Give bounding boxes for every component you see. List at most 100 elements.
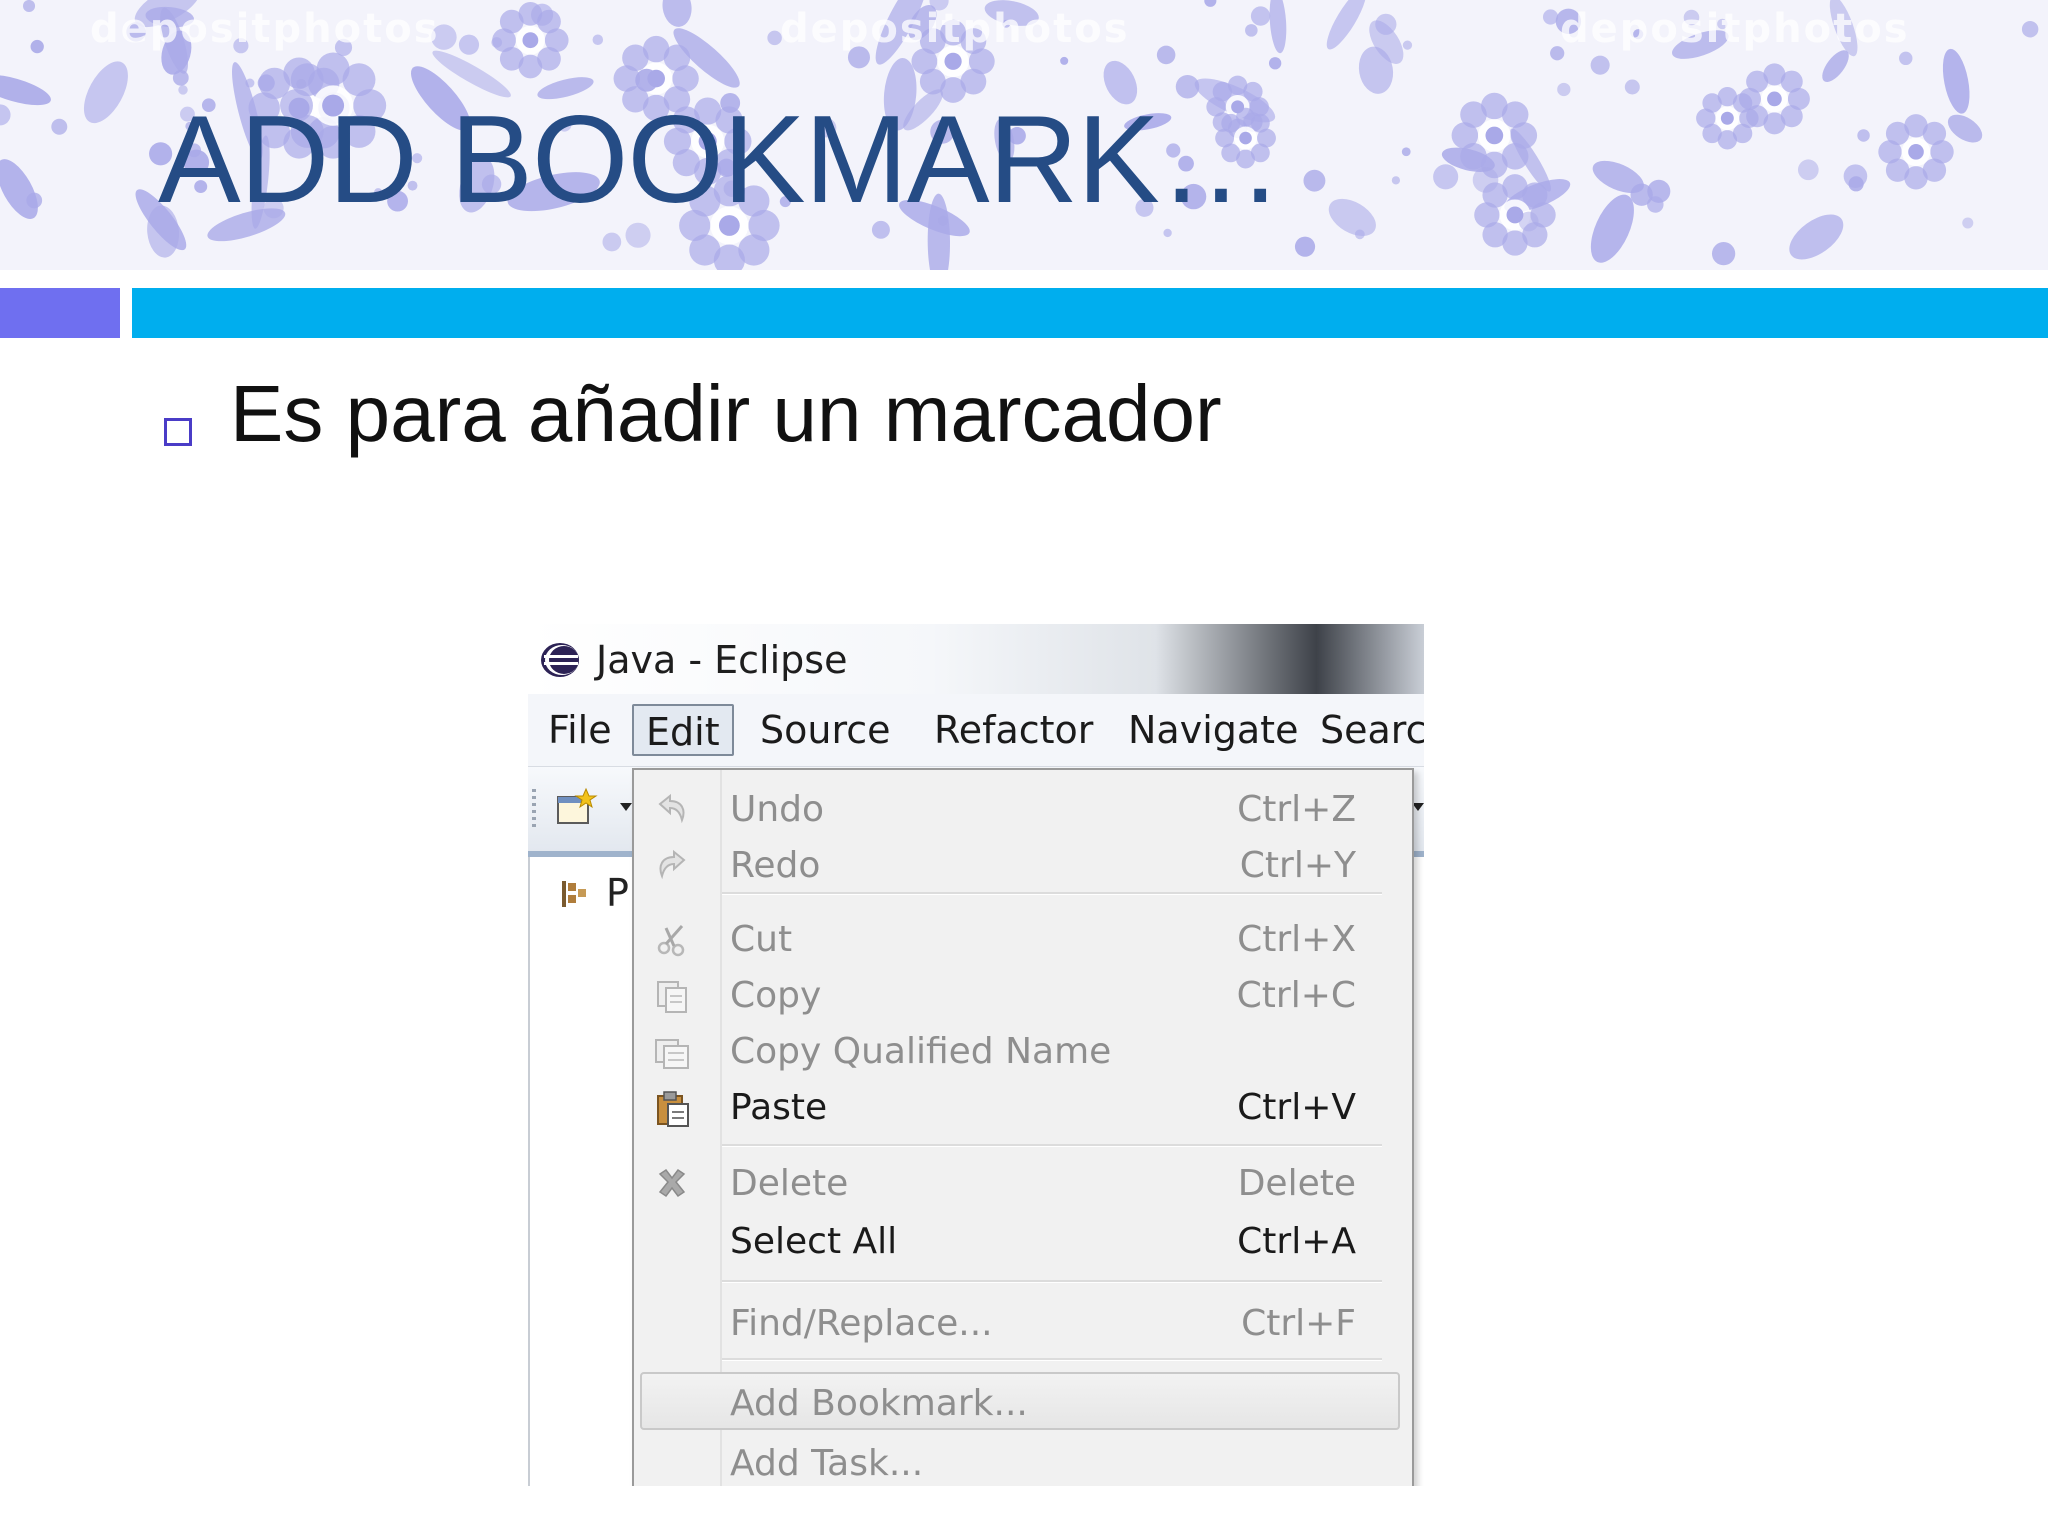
menu-item-copy-qualified-name[interactable]: Copy Qualified Name	[634, 1026, 1412, 1076]
floral-dot	[1962, 217, 1974, 229]
menu-item-label: Undo	[730, 789, 825, 830]
menu-item-find-replace[interactable]: Find/Replace... Ctrl+F	[634, 1298, 1412, 1348]
floral-dot	[1518, 211, 1539, 232]
floral-flower	[1451, 92, 1538, 179]
floral-dot	[1354, 229, 1365, 240]
menu-item-delete[interactable]: Delete Delete	[634, 1158, 1412, 1208]
watermark-text: depositphotos	[1560, 6, 1910, 52]
menu-item-label: Copy	[730, 975, 822, 1016]
floral-dot	[1268, 57, 1282, 70]
floral-leaf	[1269, 0, 1287, 54]
menu-item-shortcut: Ctrl+A	[1237, 1221, 1356, 1262]
menu-item-add-task[interactable]: Add Task...	[634, 1438, 1412, 1486]
watermark-text: depositphotos	[780, 6, 1130, 52]
menu-item-label: Find/Replace...	[730, 1303, 993, 1344]
floral-dot	[1472, 167, 1499, 193]
floral-dot	[531, 3, 554, 26]
floral-dot	[491, 37, 503, 48]
eclipse-window: Java - Eclipse File Edit Source Refactor…	[528, 624, 1424, 1486]
menu-item-label: Paste	[730, 1087, 828, 1128]
window-titlebar[interactable]: Java - Eclipse	[528, 624, 1424, 694]
menu-item-label: Delete	[730, 1163, 849, 1204]
slide-title: ADD BOOKMARK…	[158, 91, 1283, 229]
clipboard-icon	[657, 1091, 689, 1127]
copy-icon	[657, 981, 687, 1013]
floral-leaf	[662, 0, 692, 27]
floral-leaf	[83, 61, 128, 124]
floral-dot	[1163, 228, 1172, 238]
menu-source[interactable]: Source	[748, 704, 903, 756]
delete-x-icon	[658, 1168, 686, 1198]
toolbar-grip[interactable]	[532, 789, 536, 829]
floral-dot	[602, 232, 622, 252]
watermark-text: depositphotos	[90, 6, 440, 52]
floral-dot	[1557, 82, 1571, 97]
floral-dot	[458, 34, 480, 55]
menu-item-label: Copy Qualified Name	[730, 1031, 1112, 1072]
floral-dot	[1899, 51, 1913, 66]
floral-dot	[1401, 147, 1411, 157]
menu-item-cut[interactable]: Cut Ctrl+X	[634, 914, 1412, 964]
menu-separator	[722, 1280, 1382, 1283]
menu-search[interactable]: Search	[1308, 704, 1424, 756]
new-dropdown-arrow-icon[interactable]	[620, 803, 632, 811]
floral-dot	[635, 68, 659, 92]
menu-item-add-bookmark[interactable]: Add Bookmark...	[634, 1378, 1412, 1428]
copy-qualified-icon	[655, 1039, 689, 1069]
menu-separator	[722, 1144, 1382, 1147]
floral-dot	[1391, 176, 1401, 185]
floral-dot	[1250, 6, 1271, 26]
floral-leaf	[1326, 0, 1367, 50]
floral-dot	[172, 69, 189, 86]
floral-leaf	[1947, 114, 1983, 143]
menu-item-undo[interactable]: Undo Ctrl+Z	[634, 784, 1412, 834]
floral-leaf	[0, 159, 38, 220]
menu-file[interactable]: File	[536, 704, 624, 756]
package-explorer-icon	[562, 881, 586, 907]
menu-edit[interactable]: Edit	[632, 704, 734, 756]
accent-bar-right	[132, 288, 2048, 338]
menu-bar: File Edit Source Refactor Navigate Searc…	[528, 694, 1424, 767]
menu-separator	[722, 1358, 1382, 1361]
floral-dot	[1204, 0, 1217, 7]
floral-flower	[1878, 114, 1954, 190]
floral-dot	[30, 39, 44, 54]
floral-dot	[1433, 164, 1459, 190]
edit-dropdown-menu: Undo Ctrl+Z Redo Ctrl+Y Cut Ctrl+X Copy Ctr…	[632, 768, 1414, 1486]
menu-refactor[interactable]: Refactor	[922, 704, 1105, 756]
scissors-icon	[657, 925, 685, 957]
floral-dot	[1294, 236, 1316, 257]
menu-item-label: Add Task...	[730, 1443, 924, 1484]
menu-item-copy[interactable]: Copy Ctrl+C	[634, 970, 1412, 1020]
menu-item-select-all[interactable]: Select All Ctrl+A	[634, 1216, 1412, 1266]
menu-item-label: Cut	[730, 919, 793, 960]
floral-leaf	[1789, 214, 1844, 260]
menu-separator	[722, 892, 1382, 895]
redo-icon	[659, 849, 686, 880]
floral-dot	[1303, 169, 1326, 192]
floral-leaf	[1942, 48, 1970, 114]
new-wizard-icon[interactable]	[554, 785, 598, 829]
package-explorer-tab-label[interactable]: P	[606, 871, 629, 915]
menu-item-shortcut: Ctrl+C	[1236, 975, 1356, 1016]
menu-item-redo[interactable]: Redo Ctrl+Y	[634, 840, 1412, 890]
floral-dot	[1375, 13, 1397, 35]
floral-dot	[1590, 55, 1610, 75]
floral-dot	[22, 0, 36, 12]
menu-item-shortcut: Ctrl+V	[1237, 1087, 1356, 1128]
eclipse-logo-icon	[541, 643, 579, 677]
floral-dot	[1857, 129, 1870, 142]
menu-navigate[interactable]: Navigate	[1116, 704, 1310, 756]
floral-flower	[1738, 63, 1810, 135]
window-title: Java - Eclipse	[596, 638, 848, 682]
accent-bar-left	[0, 288, 120, 338]
menu-item-paste[interactable]: Paste Ctrl+V	[634, 1082, 1412, 1132]
menu-item-shortcut: Ctrl+F	[1241, 1303, 1356, 1344]
undo-icon	[658, 793, 685, 824]
floral-dot	[1630, 183, 1653, 206]
floral-dot	[1797, 159, 1819, 181]
floral-dot	[1711, 242, 1736, 266]
menu-item-shortcut: Ctrl+X	[1237, 919, 1356, 960]
floral-dot	[1624, 79, 1640, 95]
menu-item-label: Redo	[730, 845, 821, 886]
